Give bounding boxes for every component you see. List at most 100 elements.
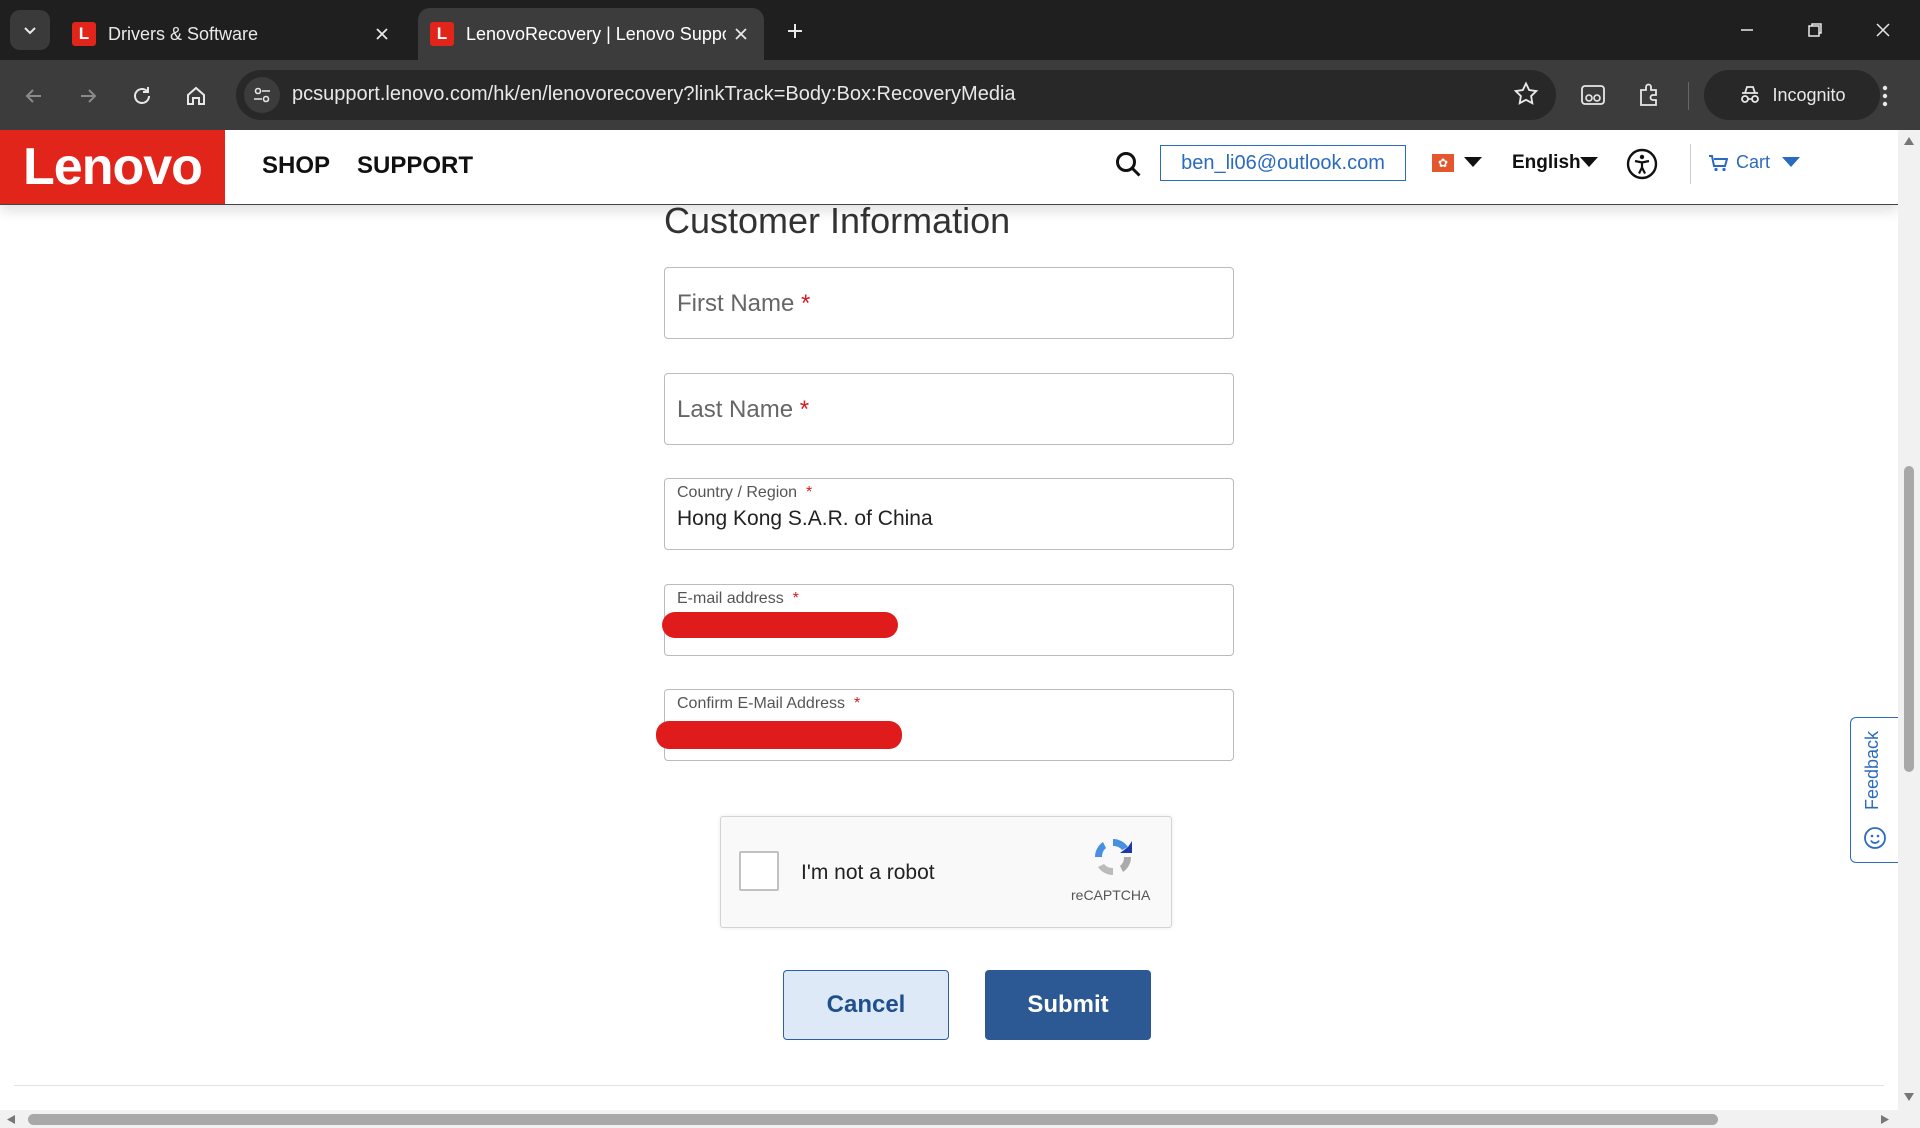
bookmark-button[interactable] — [1512, 80, 1540, 113]
recaptcha-logo-icon — [1089, 833, 1137, 881]
required-mark: * — [792, 590, 799, 607]
reading-mode-button[interactable] — [1574, 76, 1612, 114]
first-name-field[interactable]: First Name * — [664, 267, 1234, 339]
search-icon — [1116, 152, 1141, 177]
smiley-icon — [1864, 827, 1886, 849]
plus-icon — [788, 24, 802, 38]
feedback-label: Feedback — [1862, 730, 1882, 810]
vertical-scroll-thumb[interactable] — [1904, 466, 1914, 772]
required-mark: * — [801, 290, 811, 317]
search-button[interactable] — [1114, 150, 1144, 185]
glasses-icon — [1581, 85, 1605, 105]
tab-search-button[interactable] — [10, 10, 50, 50]
account-email-button[interactable]: ben_li06@outlook.com — [1160, 145, 1406, 181]
required-mark: * — [805, 484, 813, 501]
redaction-mark — [662, 612, 898, 638]
accessibility-icon — [1626, 148, 1658, 180]
recaptcha-checkbox[interactable] — [739, 851, 779, 891]
tab-lenovo-recovery[interactable]: L LenovoRecovery | Lenovo Support — [418, 8, 764, 60]
browser-tabbar: L Drivers & Software L LenovoRecovery | … — [0, 0, 1920, 60]
nav-support[interactable]: SUPPORT — [357, 152, 473, 180]
tab-title: LenovoRecovery | Lenovo Support — [466, 23, 726, 44]
close-icon — [376, 28, 388, 40]
chevron-down-icon — [24, 27, 36, 35]
lenovo-favicon-icon: L — [72, 22, 96, 46]
recaptcha-brand: reCAPTCHA — [1071, 887, 1151, 903]
required-mark: * — [853, 695, 861, 712]
country-caret-icon[interactable] — [1464, 157, 1482, 167]
horizontal-scroll-thumb[interactable] — [28, 1114, 1718, 1125]
tab-title: Drivers & Software — [108, 23, 259, 44]
cart-caret-icon[interactable] — [1782, 157, 1800, 167]
browser-toolbar: pcsupport.lenovo.com/hk/en/lenovorecover… — [0, 60, 1920, 130]
browser-menu-button[interactable] — [1870, 78, 1900, 114]
form-title: Customer Information — [664, 200, 1011, 241]
redaction-mark — [656, 721, 902, 749]
incognito-label: Incognito — [1772, 84, 1846, 105]
scroll-left-arrow-icon[interactable] — [6, 1114, 16, 1125]
arrow-right-icon — [81, 89, 97, 103]
first-name-placeholder: First Name * — [677, 290, 811, 317]
cart-icon — [1709, 154, 1728, 171]
new-tab-button[interactable] — [778, 14, 812, 48]
footer-divider — [14, 1085, 1884, 1086]
reload-icon — [134, 87, 150, 104]
confirm-email-label: Confirm E-Mail Address * — [677, 695, 861, 712]
incognito-icon — [1741, 86, 1760, 103]
lenovo-logo[interactable]: Lenovo — [0, 130, 225, 204]
language-caret-icon[interactable] — [1580, 157, 1598, 167]
tune-icon — [254, 87, 270, 103]
country-label: Country / Region * — [677, 484, 813, 501]
puzzle-icon — [1640, 83, 1657, 106]
last-name-field[interactable]: Last Name * — [664, 373, 1234, 445]
country-region-select[interactable]: Country / Region * Hong Kong S.A.R. of C… — [664, 478, 1234, 550]
extensions-button[interactable] — [1630, 76, 1668, 114]
close-icon — [1876, 23, 1890, 37]
cart-button[interactable]: Cart — [1708, 152, 1770, 173]
scroll-up-arrow-icon[interactable] — [1903, 136, 1915, 146]
reload-button[interactable] — [124, 78, 160, 114]
email-label: E-mail address * — [677, 590, 799, 607]
feedback-tab[interactable]: Feedback — [1850, 717, 1898, 863]
accessibility-button[interactable] — [1626, 148, 1658, 180]
recaptcha-widget: I'm not a robot reCAPTCHA — [720, 816, 1172, 928]
site-info-button[interactable] — [244, 77, 280, 113]
hong-kong-flag-icon[interactable]: ✿ — [1432, 154, 1454, 172]
required-mark: * — [799, 396, 810, 423]
nav-shop[interactable]: SHOP — [262, 152, 330, 180]
page-viewport: Lenovo SHOP SUPPORT ben_li06@outlook.com… — [0, 130, 1898, 1110]
site-header: Lenovo SHOP SUPPORT ben_li06@outlook.com… — [0, 130, 1898, 205]
home-icon — [187, 86, 205, 105]
horizontal-scrollbar[interactable] — [0, 1110, 1920, 1128]
url-text[interactable]: pcsupport.lenovo.com/hk/en/lenovorecover… — [292, 83, 1016, 106]
arrow-left-icon — [25, 89, 41, 103]
country-value: Hong Kong S.A.R. of China — [677, 507, 933, 530]
home-button[interactable] — [178, 78, 214, 114]
close-window-button[interactable] — [1858, 10, 1908, 50]
close-icon — [735, 28, 747, 40]
toolbar-separator — [1688, 82, 1689, 110]
back-button[interactable] — [16, 78, 52, 114]
lenovo-favicon-icon: L — [430, 22, 454, 46]
star-icon — [1513, 81, 1539, 105]
recaptcha-label: I'm not a robot — [801, 861, 935, 884]
cancel-button[interactable]: Cancel — [783, 970, 949, 1040]
restore-icon — [1808, 23, 1822, 37]
language-selector[interactable]: English — [1512, 152, 1581, 174]
scroll-right-arrow-icon[interactable] — [1880, 1114, 1890, 1125]
tab-drivers-software[interactable]: L Drivers & Software — [60, 8, 405, 60]
minimize-icon — [1741, 29, 1753, 31]
scroll-down-arrow-icon[interactable] — [1903, 1092, 1915, 1102]
last-name-placeholder: Last Name * — [677, 396, 810, 423]
restore-button[interactable] — [1790, 10, 1840, 50]
minimize-button[interactable] — [1722, 10, 1772, 50]
forward-button[interactable] — [70, 78, 106, 114]
submit-button[interactable]: Submit — [985, 970, 1151, 1040]
incognito-indicator[interactable]: Incognito — [1704, 70, 1880, 120]
address-bar[interactable]: pcsupport.lenovo.com/hk/en/lenovorecover… — [236, 70, 1556, 120]
more-vertical-icon — [1882, 85, 1888, 107]
cart-label: Cart — [1736, 152, 1771, 172]
close-tab-button[interactable] — [726, 19, 756, 49]
vertical-scrollbar[interactable] — [1898, 130, 1920, 1110]
close-tab-button[interactable] — [367, 19, 397, 49]
